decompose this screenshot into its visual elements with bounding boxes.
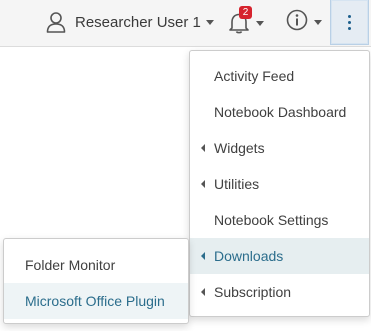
notification-count-badge: 2 [239, 6, 252, 19]
user-menu-button[interactable]: Researcher User 1 [46, 10, 214, 34]
submenu-item-label: Microsoft Office Plugin [25, 293, 165, 309]
menu-item-label: Subscription [214, 284, 292, 300]
downloads-submenu: Folder Monitor Microsoft Office Plugin [3, 238, 189, 324]
chevron-left-icon [201, 180, 205, 188]
chevron-down-icon [314, 19, 322, 25]
info-circle-icon [286, 9, 308, 36]
menu-item-label: Activity Feed [214, 68, 295, 84]
menu-item-subscription[interactable]: Subscription [190, 274, 369, 310]
top-navigation-bar: Researcher User 1 2 [0, 0, 371, 47]
vertical-ellipsis-icon [348, 15, 352, 31]
info-button[interactable] [286, 9, 322, 35]
menu-item-label: Notebook Dashboard [214, 104, 347, 120]
menu-item-widgets[interactable]: Widgets [190, 130, 369, 166]
submenu-item-microsoft-office-plugin[interactable]: Microsoft Office Plugin [4, 283, 188, 319]
menu-item-downloads[interactable]: Downloads [190, 238, 369, 274]
chevron-left-icon [201, 252, 205, 260]
user-icon [46, 11, 66, 33]
chevron-down-icon [205, 19, 214, 25]
submenu-item-folder-monitor[interactable]: Folder Monitor [4, 247, 188, 283]
submenu-item-label: Folder Monitor [25, 257, 116, 273]
menu-item-label: Utilities [214, 176, 260, 192]
menu-item-notebook-dashboard[interactable]: Notebook Dashboard [190, 94, 369, 130]
more-options-menu: Activity Feed Notebook Dashboard Widgets… [189, 50, 370, 317]
menu-item-label: Notebook Settings [214, 212, 329, 228]
menu-item-notebook-settings[interactable]: Notebook Settings [190, 202, 369, 238]
user-name: Researcher User 1 [75, 13, 201, 31]
chevron-left-icon [201, 144, 205, 152]
menu-item-activity-feed[interactable]: Activity Feed [190, 58, 369, 94]
chevron-left-icon [201, 288, 205, 296]
menu-item-utilities[interactable]: Utilities [190, 166, 369, 202]
menu-item-label: Widgets [214, 140, 265, 156]
chevron-down-icon [256, 20, 264, 26]
menu-item-label: Downloads [214, 248, 284, 264]
notifications-button[interactable]: 2 [228, 6, 264, 36]
more-options-button[interactable] [330, 0, 369, 45]
